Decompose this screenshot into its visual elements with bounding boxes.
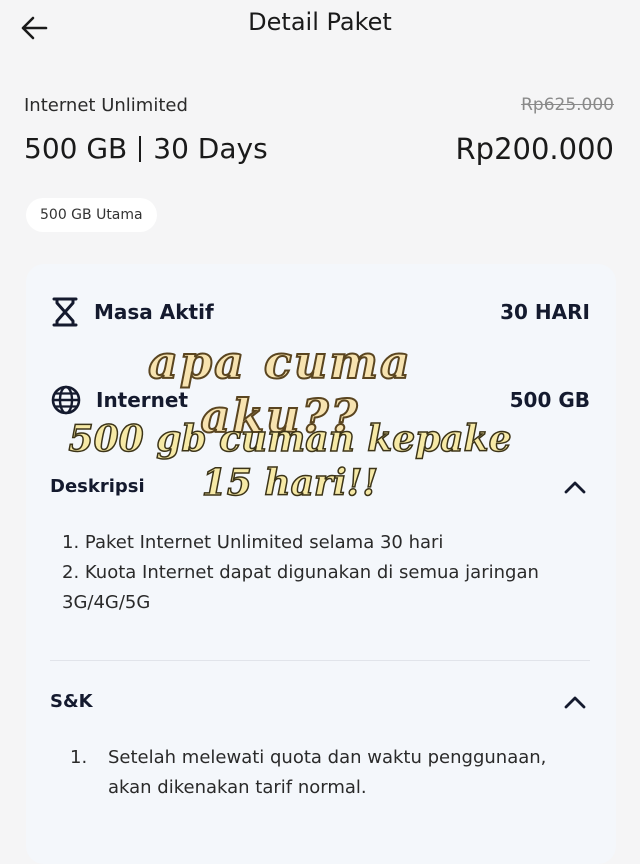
snk-item: 1. Setelah melewati quota dan waktu peng… [70, 743, 570, 803]
chevron-up-icon[interactable] [560, 692, 590, 712]
package-summary: 500 GB 30 Days [24, 132, 268, 165]
deskripsi-list: 1. Paket Internet Unlimited selama 30 ha… [62, 528, 562, 618]
snk-header[interactable]: S&K [50, 691, 590, 712]
snk-title: S&K [50, 691, 93, 712]
original-price: Rp625.000 [521, 95, 614, 115]
quota-chip: 500 GB Utama [26, 198, 157, 232]
list-item: 1. Paket Internet Unlimited selama 30 ha… [62, 532, 444, 553]
summary-separator [139, 135, 142, 162]
overlay-caption-line-3: 15 hari!! [201, 461, 379, 505]
internet-value: 500 GB [509, 388, 590, 412]
masa-aktif-row: Masa Aktif 30 HARI [50, 296, 590, 328]
list-item: 2. Kuota Internet dapat digunakan di sem… [62, 562, 539, 613]
deskripsi-title: Deskripsi [50, 476, 145, 497]
hourglass-icon [52, 297, 78, 327]
top-bar: Detail Paket [0, 0, 640, 56]
snk-item-number: 1. [70, 747, 88, 768]
overlay-caption-line-2: 500 gb cuman kepake [68, 417, 512, 461]
page-title: Detail Paket [248, 8, 392, 36]
masa-aktif-value: 30 HARI [500, 300, 590, 324]
package-duration: 30 Days [153, 132, 268, 165]
package-name: Internet Unlimited [24, 95, 188, 116]
package-quota: 500 GB [24, 132, 128, 165]
section-divider [50, 660, 590, 661]
snk-item-text: Setelah melewati quota dan waktu penggun… [108, 747, 547, 798]
chevron-up-icon[interactable] [560, 477, 590, 497]
package-price: Rp200.000 [455, 132, 614, 166]
masa-aktif-label: Masa Aktif [94, 300, 214, 324]
